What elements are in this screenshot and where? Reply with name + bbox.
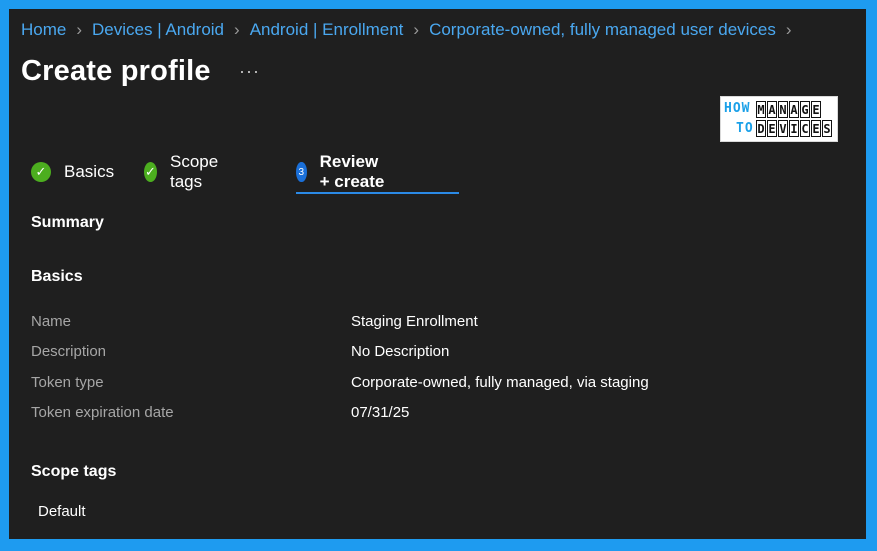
logo-letter: M [756,101,766,118]
logo-letter: V [778,120,788,137]
token-expiration-value: 07/31/25 [351,404,410,421]
logo-letter: A [789,101,799,118]
checkmark-icon: ✓ [31,162,51,182]
chevron-right-icon: › [234,20,240,39]
token-type-label: Token type [31,374,104,391]
scope-tag-value: Default [38,503,86,520]
tab-review-create-label: Review + create [319,152,385,191]
name-value: Staging Enrollment [351,313,478,330]
logo-letter: E [811,120,821,137]
token-expiration-label: Token expiration date [31,404,174,421]
scope-tags-heading: Scope tags [31,463,117,480]
logo-letter: E [811,101,821,118]
tab-scope-tags-label: Scope tags [169,152,219,191]
name-label: Name [31,313,72,330]
app-frame: Home › Devices | Android › Android | Enr… [9,9,866,539]
howtomanagedevices-logo: HOW TO M A N A G E D E V I C E S [720,96,838,142]
chevron-right-icon: › [785,20,792,39]
logo-manage-text: M A N A G E [756,101,822,118]
chevron-right-icon: › [76,20,83,39]
logo-letter: N [778,101,788,118]
logo-letter: S [822,120,832,137]
step-number-badge: 3 [296,162,307,182]
logo-to-text: TO [736,121,754,136]
tab-basics-label: Basics [64,162,115,181]
summary-heading: Summary [31,214,104,231]
page-title: Create profile [21,55,211,87]
breadcrumb-corporate-owned[interactable]: Corporate-owned, fully managed user devi… [429,20,776,40]
breadcrumb-home[interactable]: Home [21,20,66,40]
chevron-right-icon: › [413,20,420,39]
logo-letter: D [756,120,766,137]
logo-letter: G [800,101,810,118]
checkmark-icon: ✓ [144,162,157,182]
tab-scope-tags[interactable]: ✓ Scope tags [144,152,225,191]
token-type-value: Corporate-owned, fully managed, via stag… [351,374,649,391]
logo-letter: C [800,120,810,137]
tab-review-create[interactable]: 3 Review + create [296,152,388,191]
logo-devices-text: D E V I C E S [756,120,833,137]
ellipsis-icon[interactable]: ··· [239,61,260,82]
logo-letter: E [767,120,777,137]
breadcrumb-android-enrollment[interactable]: Android | Enrollment [250,20,404,40]
breadcrumb-devices-android[interactable]: Devices | Android [92,20,224,40]
breadcrumb: Home › Devices | Android › Android | Enr… [21,20,802,40]
basics-heading: Basics [31,268,83,285]
logo-letter: I [789,120,799,137]
active-tab-underline [296,192,459,194]
logo-how-text: HOW [724,101,751,116]
description-label: Description [31,343,107,360]
tab-basics[interactable]: ✓ Basics [31,159,114,185]
logo-letter: A [767,101,777,118]
description-value: No Description [351,343,450,360]
